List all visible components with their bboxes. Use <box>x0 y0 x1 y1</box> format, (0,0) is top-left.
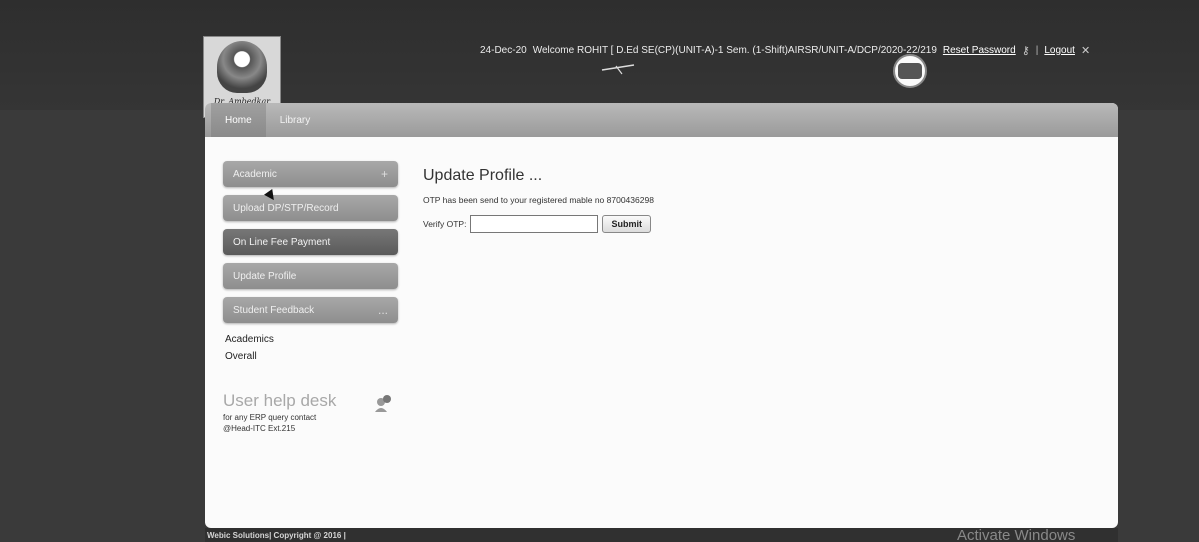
logout-link[interactable]: Logout <box>1044 45 1075 56</box>
expand-icon: + <box>380 167 388 181</box>
sidebar-item-academic[interactable]: Academic + <box>223 161 398 187</box>
sidebar: Academic + Upload DP/STP/Record On Line … <box>223 161 398 433</box>
sidebar-item-update-profile[interactable]: Update Profile <box>223 263 398 289</box>
otp-label: Verify OTP: <box>423 219 467 229</box>
page-title: Update Profile ... <box>423 167 543 184</box>
key-icon[interactable]: ⚷ <box>1022 44 1030 57</box>
sidebar-item-label: Upload DP/STP/Record <box>233 202 339 214</box>
partner-logo <box>893 54 927 88</box>
main-panel: Home Library Academic + Upload DP/STP/Re… <box>205 103 1118 528</box>
partner-emblem-icon <box>898 63 922 79</box>
close-icon[interactable]: ✕ <box>1081 44 1090 57</box>
otp-sent-message: OTP has been send to your registered mab… <box>423 195 654 205</box>
current-date: 24-Dec-20 <box>480 44 527 56</box>
help-desk: User help desk for any ERP query contact… <box>223 391 398 433</box>
sidebar-item-label: On Line Fee Payment <box>233 236 331 248</box>
sidebar-item-upload[interactable]: Upload DP/STP/Record <box>223 195 398 221</box>
user-help-icon <box>375 395 391 412</box>
header-separator: | <box>1035 44 1039 56</box>
sidebar-item-label: Student Feedback <box>233 304 315 316</box>
footer-text: Webic Solutions| Copyright @ 2016 | <box>207 530 346 540</box>
submenu-item-academics[interactable]: Academics <box>223 331 398 348</box>
main-content: Update Profile ... OTP has been send to … <box>423 167 1043 233</box>
submit-button[interactable]: Submit <box>602 215 651 233</box>
submenu-item-overall[interactable]: Overall <box>223 348 398 365</box>
reset-password-link[interactable]: Reset Password <box>943 45 1016 56</box>
help-desk-line-1: for any ERP query contact <box>223 413 317 422</box>
otp-input[interactable] <box>470 215 599 233</box>
welcome-text: Welcome ROHIT [ D.Ed SE(CP)(UNIT-A)-1 Se… <box>532 44 937 56</box>
decorative-mark-icon <box>601 64 635 75</box>
activation-watermark: Activate Windows <box>957 527 1076 542</box>
top-navigation: Home Library <box>205 103 1118 137</box>
otp-form: Verify OTP: Submit <box>423 215 1043 233</box>
header-bar: 24-Dec-20 Welcome ROHIT [ D.Ed SE(CP)(UN… <box>480 40 1140 60</box>
sidebar-item-label: Update Profile <box>233 270 297 282</box>
sidebar-item-fee-payment[interactable]: On Line Fee Payment <box>223 229 398 255</box>
sidebar-item-student-feedback[interactable]: Student Feedback ... <box>223 297 398 323</box>
help-desk-line-2: @Head-ITC Ext.215 <box>223 424 296 433</box>
help-desk-title: User help desk <box>223 391 337 410</box>
nav-home[interactable]: Home <box>211 103 266 137</box>
more-icon: ... <box>377 303 388 317</box>
emblem-icon <box>217 41 267 93</box>
nav-library[interactable]: Library <box>266 103 325 137</box>
sidebar-item-label: Academic <box>233 168 277 180</box>
